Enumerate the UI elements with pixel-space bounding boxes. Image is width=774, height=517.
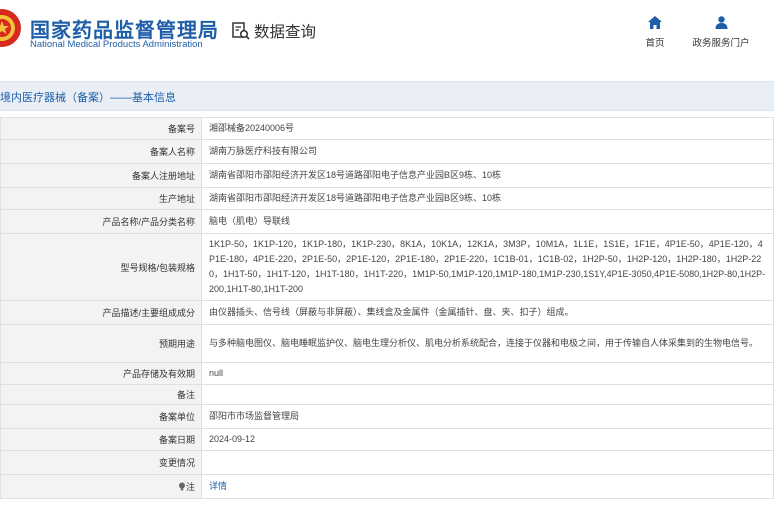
note-label: 注 <box>185 482 195 492</box>
bulb-icon <box>178 482 185 491</box>
row-label: 产品存储及有效期 <box>0 362 202 385</box>
row-value: 1K1P-50，1K1P-120，1K1P-180，1K1P-230，8K1A，… <box>201 233 774 301</box>
row-label: 生产地址 <box>0 187 202 210</box>
record-detail-table: 备案号 湘邵械备20240006号 备案人名称 湖南万脉医疗科技有限公司 备案人… <box>0 117 774 499</box>
national-emblem-icon <box>0 9 21 47</box>
row-label: 备案日期 <box>0 428 202 451</box>
row-value <box>201 450 774 475</box>
row-value: 湖南省邵阳市邵阳经济开发区18号道路邵阳电子信息产业园B区9栋、10栋 <box>201 163 774 188</box>
search-document-icon <box>232 22 250 40</box>
section-header: 境内医疗器械（备案）——基本信息 <box>0 81 774 111</box>
row-value: 脑电（肌电）导联线 <box>201 209 774 234</box>
section-title: 境内医疗器械（备案）——基本信息 <box>0 92 176 104</box>
nav-gov-label: 政务服务门户 <box>692 38 750 49</box>
table-row: 备案单位 邵阳市市场监督管理局 <box>0 404 774 429</box>
table-row: 备注 <box>0 384 774 405</box>
row-value: 由仪器插头、信号线（屏蔽与非屏蔽）、集线盒及金属件（金属插针、盘、夹、扣子）组成… <box>201 300 774 325</box>
data-query-link[interactable]: 数据查询 <box>231 20 316 42</box>
table-row: 变更情况 <box>0 450 774 475</box>
table-row: 产品描述/主要组成成分 由仪器插头、信号线（屏蔽与非屏蔽）、集线盒及金属件（金属… <box>0 300 774 325</box>
row-label: 型号规格/包装规格 <box>0 233 202 301</box>
row-label: 备案人名称 <box>0 139 202 164</box>
data-query-label: 数据查询 <box>254 24 317 41</box>
nav-gov-portal[interactable]: 政务服务门户 <box>688 16 754 49</box>
nav-home[interactable]: 首页 <box>640 16 670 49</box>
table-row: 产品名称/产品分类名称 脑电（肌电）导联线 <box>0 209 774 234</box>
row-label: 备案单位 <box>0 404 202 429</box>
row-value <box>201 384 774 405</box>
table-row: 注 详情 <box>0 474 774 499</box>
row-value: 湖南万脉医疗科技有限公司 <box>201 139 774 164</box>
table-row: 备案号 湘邵械备20240006号 <box>0 117 774 140</box>
table-row: 型号规格/包装规格 1K1P-50，1K1P-120，1K1P-180，1K1P… <box>0 233 774 301</box>
row-label: 备案号 <box>0 117 202 140</box>
row-label: 产品名称/产品分类名称 <box>0 209 202 234</box>
row-label: 预期用途 <box>0 324 202 363</box>
table-row: 产品存储及有效期 null <box>0 362 774 385</box>
table-row: 备案人名称 湖南万脉医疗科技有限公司 <box>0 139 774 164</box>
table-row: 备案人注册地址 湖南省邵阳市邵阳经济开发区18号道路邵阳电子信息产业园B区9栋、… <box>0 163 774 188</box>
row-value: 邵阳市市场监督管理局 <box>201 404 774 429</box>
nav-home-label: 首页 <box>645 38 665 49</box>
site-title-en: National Medical Products Administration <box>30 39 203 50</box>
row-value: 湖南省邵阳市邵阳经济开发区18号道路邵阳电子信息产业园B区9栋、10栋 <box>201 187 774 210</box>
table-row: 预期用途 与多种脑电图仪、脑电睡眠监护仪、脑电生理分析仪、肌电分析系统配合，连接… <box>0 324 774 363</box>
row-label: 变更情况 <box>0 450 202 475</box>
table-row: 备案日期 2024-09-12 <box>0 428 774 451</box>
row-label-note: 注 <box>0 474 202 499</box>
details-link[interactable]: 详情 <box>209 481 227 491</box>
row-label: 备案人注册地址 <box>0 163 202 188</box>
row-value: null <box>201 362 774 385</box>
user-icon <box>715 16 727 29</box>
row-label: 备注 <box>0 384 202 405</box>
row-label: 产品描述/主要组成成分 <box>0 300 202 325</box>
row-value-note: 详情 <box>201 474 774 499</box>
site-header: 国家药品监督管理局 National Medical Products Admi… <box>0 0 774 69</box>
home-icon <box>648 16 662 29</box>
table-row: 生产地址 湖南省邵阳市邵阳经济开发区18号道路邵阳电子信息产业园B区9栋、10栋 <box>0 187 774 210</box>
row-value: 2024-09-12 <box>201 428 774 451</box>
row-value: 湘邵械备20240006号 <box>201 117 774 140</box>
row-value: 与多种脑电图仪、脑电睡眠监护仪、脑电生理分析仪、肌电分析系统配合，连接于仪器和电… <box>201 324 774 363</box>
